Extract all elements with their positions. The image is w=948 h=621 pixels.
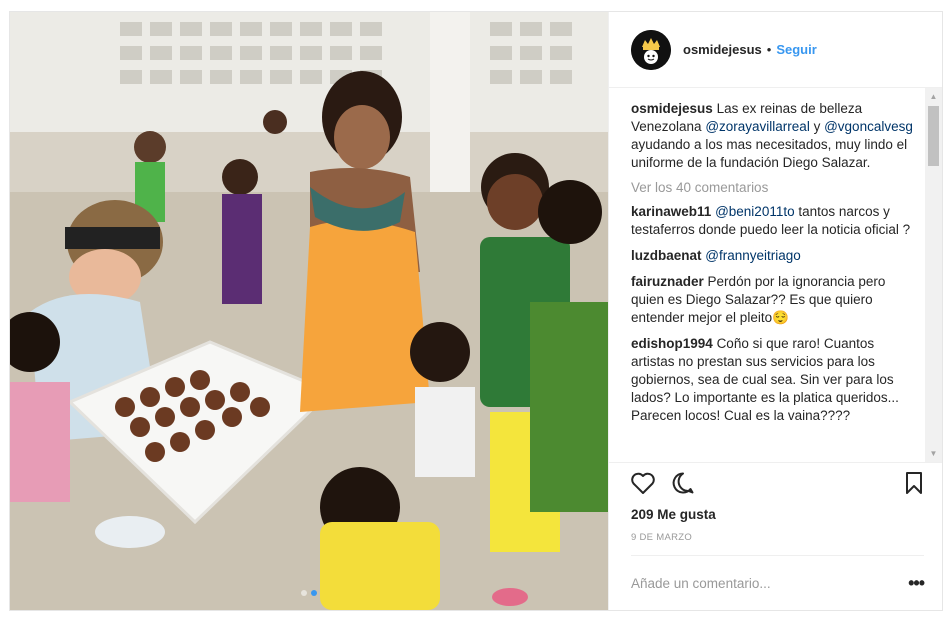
- post-sidebar: osmidejesus • Seguir osmidejesus Las ex …: [608, 12, 942, 610]
- post-date[interactable]: 9 DE MARZO: [609, 522, 942, 555]
- comment-mention[interactable]: @frannyeitriago: [705, 248, 801, 263]
- caption-text-2: y: [809, 119, 825, 135]
- caption-mention-zorayavillarreal[interactable]: @zorayavillarreal: [705, 119, 810, 134]
- comment-author[interactable]: luzdbaenat: [631, 248, 702, 263]
- comment-item: fairuznader Perdón por la ignorancia per…: [631, 273, 920, 327]
- bookmark-icon[interactable]: [900, 469, 928, 497]
- follow-button[interactable]: Seguir: [776, 42, 816, 57]
- comment-item: karinaweb11 @beni2011to tantos narcos y …: [631, 203, 920, 239]
- post-photo-illustration: [10, 12, 608, 610]
- caption-mention-vgoncalvesg[interactable]: @vgoncalvesg: [824, 119, 913, 134]
- comment-item: edishop1994 Coño si que raro! Cuantos ar…: [631, 335, 920, 425]
- comment-author[interactable]: fairuznader: [631, 274, 704, 289]
- comment-bubble-icon[interactable]: [669, 469, 697, 497]
- post-photo[interactable]: [10, 12, 608, 610]
- comments-panel[interactable]: osmidejesus Las ex reinas de belleza Ven…: [609, 88, 942, 463]
- caption: osmidejesus Las ex reinas de belleza Ven…: [631, 100, 920, 172]
- comment-author[interactable]: karinaweb11: [631, 204, 711, 219]
- crown-logo-icon: [631, 29, 671, 70]
- comment-author[interactable]: edishop1994: [631, 336, 713, 351]
- caption-text-3: ayudando a los mas necesitados, muy lind…: [631, 137, 908, 171]
- header-separator: •: [766, 42, 772, 57]
- heart-icon[interactable]: [629, 469, 657, 497]
- comment-input[interactable]: [631, 575, 909, 591]
- carousel-dot[interactable]: [301, 590, 307, 596]
- scrollbar-thumb[interactable]: [928, 106, 939, 167]
- add-comment-bar: •••: [631, 555, 925, 610]
- caption-author[interactable]: osmidejesus: [631, 101, 713, 116]
- comment-mention[interactable]: @beni2011to: [715, 204, 795, 219]
- action-bar: [609, 462, 942, 503]
- carousel-dots: [10, 590, 608, 596]
- comments-scrollbar[interactable]: ▲ ▼: [925, 88, 942, 463]
- likes-count[interactable]: 209 Me gusta: [609, 503, 942, 522]
- view-all-comments-link[interactable]: Ver los 40 comentarios: [631, 180, 920, 195]
- instagram-post: osmidejesus • Seguir osmidejesus Las ex …: [9, 11, 943, 611]
- comment-item: luzdbaenat @frannyeitriago: [631, 247, 920, 265]
- avatar[interactable]: [631, 29, 671, 70]
- more-options-icon[interactable]: •••: [908, 573, 925, 594]
- scroll-up-arrow-icon[interactable]: ▲: [925, 88, 942, 105]
- post-header: osmidejesus • Seguir: [609, 12, 942, 89]
- scroll-down-arrow-icon[interactable]: ▼: [925, 445, 942, 462]
- header-username[interactable]: osmidejesus: [683, 42, 762, 57]
- carousel-dot-active[interactable]: [311, 590, 317, 596]
